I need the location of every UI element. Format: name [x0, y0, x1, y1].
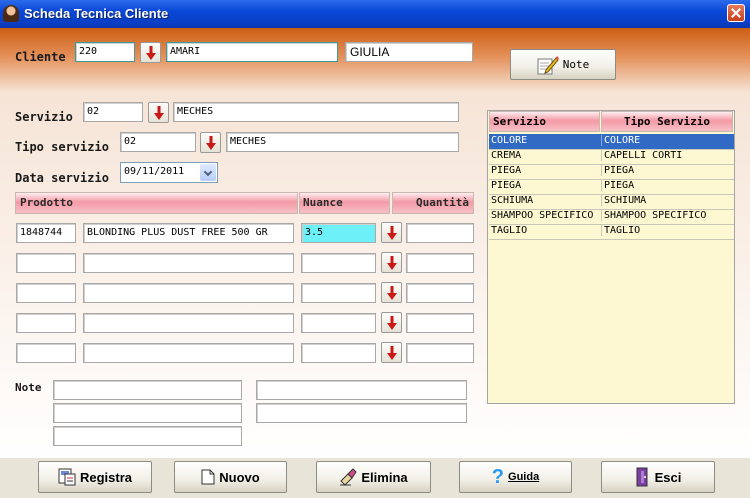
- list-item[interactable]: COLORE COLORE: [489, 134, 734, 150]
- down-arrow-icon: [154, 106, 164, 120]
- note-line-field[interactable]: [53, 403, 242, 423]
- product-nuance-lookup-button[interactable]: [381, 342, 402, 363]
- product-quantity-field[interactable]: [406, 283, 474, 303]
- nuovo-button[interactable]: Nuovo: [174, 461, 287, 493]
- servizio-code-field[interactable]: 02: [83, 102, 143, 122]
- product-code-field[interactable]: [16, 283, 76, 303]
- list-item[interactable]: PIEGA PIEGA: [489, 179, 734, 195]
- down-arrow-icon: [387, 256, 397, 270]
- services-list-header-servizio: Servizio: [489, 111, 600, 132]
- registra-label: Registra: [79, 469, 133, 485]
- product-name-field[interactable]: BLONDING PLUS DUST FREE 500 GR: [83, 223, 294, 243]
- list-item[interactable]: CREMA CAPELLI CORTI: [489, 149, 734, 165]
- product-quantity-field[interactable]: [406, 253, 474, 273]
- column-header-prodotto: Prodotto: [15, 192, 298, 214]
- client-surname-field[interactable]: AMARI: [166, 42, 338, 62]
- column-header-nuance: Nuance: [299, 192, 390, 214]
- data-servizio-label: Data servizio: [15, 171, 109, 185]
- product-nuance-field[interactable]: 3.5: [301, 223, 376, 243]
- list-item[interactable]: TAGLIO TAGLIO: [489, 224, 734, 240]
- services-list-header-tipo: Tipo Servizio: [601, 111, 733, 132]
- product-nuance-lookup-button[interactable]: [381, 222, 402, 243]
- main-window: Scheda Tecnica Cliente Cliente 220 AMARI…: [0, 0, 750, 498]
- guida-label: Guida: [508, 471, 540, 483]
- down-arrow-icon: [206, 136, 216, 150]
- save-icon: [58, 468, 76, 486]
- product-quantity-field[interactable]: [406, 223, 474, 243]
- product-name-field[interactable]: [83, 283, 294, 303]
- product-nuance-field[interactable]: [301, 253, 376, 273]
- client-avatar-icon: [3, 5, 19, 22]
- down-arrow-icon: [387, 346, 397, 360]
- note-button[interactable]: Note: [510, 49, 616, 80]
- product-nuance-lookup-button[interactable]: [381, 282, 402, 303]
- services-list[interactable]: Servizio Tipo Servizio COLORE COLORE CREM…: [487, 110, 735, 404]
- esci-button[interactable]: Esci: [601, 461, 715, 493]
- tipo-servizio-lookup-button[interactable]: [200, 132, 221, 153]
- window-title: Scheda Tecnica Cliente: [24, 6, 169, 21]
- data-servizio-picker[interactable]: 09/11/2011: [120, 162, 218, 183]
- product-nuance-lookup-button[interactable]: [381, 252, 402, 273]
- data-servizio-value: 09/11/2011: [124, 166, 185, 177]
- tipo-servizio-label: Tipo servizio: [15, 140, 109, 154]
- list-item[interactable]: SHAMPOO SPECIFICO SHAMPOO SPECIFICO: [489, 209, 734, 225]
- note-line-field[interactable]: [53, 380, 242, 400]
- product-name-field[interactable]: [83, 343, 294, 363]
- down-arrow-icon: [387, 286, 397, 300]
- note-line-field[interactable]: [256, 380, 467, 400]
- down-arrow-icon: [387, 226, 397, 240]
- servizio-lookup-button[interactable]: [148, 102, 169, 123]
- guida-button[interactable]: ? Guida: [459, 461, 572, 493]
- registra-button[interactable]: Registra: [38, 461, 152, 493]
- product-code-field[interactable]: [16, 343, 76, 363]
- close-icon[interactable]: [727, 4, 745, 22]
- elimina-label: Elimina: [361, 469, 408, 485]
- servizio-name-field[interactable]: MECHES: [173, 102, 459, 122]
- esci-label: Esci: [654, 469, 682, 485]
- client-code-field[interactable]: 220: [75, 42, 135, 62]
- calendar-dropdown-icon[interactable]: [200, 164, 216, 181]
- note-label: Note: [15, 381, 42, 394]
- product-name-field[interactable]: [83, 253, 294, 273]
- down-arrow-icon: [146, 46, 156, 60]
- product-quantity-field[interactable]: [406, 313, 474, 333]
- title-bar: Scheda Tecnica Cliente: [0, 0, 750, 28]
- product-quantity-field[interactable]: [406, 343, 474, 363]
- product-name-field[interactable]: [83, 313, 294, 333]
- note-button-label: Note: [562, 58, 590, 71]
- product-nuance-field[interactable]: [301, 283, 376, 303]
- nuovo-label: Nuovo: [219, 469, 260, 485]
- exit-door-icon: [636, 467, 648, 487]
- note-pencil-icon: [537, 55, 559, 74]
- list-item[interactable]: PIEGA PIEGA: [489, 164, 734, 180]
- servizio-label: Servizio: [15, 110, 73, 124]
- product-code-field[interactable]: 1848744: [16, 223, 76, 243]
- product-nuance-lookup-button[interactable]: [381, 312, 402, 333]
- column-header-quantita: Quantità: [392, 192, 474, 214]
- product-nuance-field[interactable]: [301, 343, 376, 363]
- down-arrow-icon: [387, 316, 397, 330]
- note-line-field[interactable]: [256, 403, 467, 423]
- tipo-servizio-code-field[interactable]: 02: [120, 132, 196, 152]
- product-nuance-field[interactable]: [301, 313, 376, 333]
- note-line-field[interactable]: [53, 426, 242, 446]
- client-name-field[interactable]: GIULIA: [345, 42, 473, 62]
- help-icon: ?: [491, 466, 505, 488]
- product-code-field[interactable]: [16, 313, 76, 333]
- eraser-icon: [340, 468, 358, 486]
- list-item[interactable]: SCHIUMA SCHIUMA: [489, 194, 734, 210]
- client-label: Cliente: [15, 50, 66, 64]
- elimina-button[interactable]: Elimina: [316, 461, 431, 493]
- client-lookup-button[interactable]: [140, 42, 161, 63]
- tipo-servizio-name-field[interactable]: MECHES: [226, 132, 459, 152]
- product-code-field[interactable]: [16, 253, 76, 273]
- new-document-icon: [201, 469, 215, 485]
